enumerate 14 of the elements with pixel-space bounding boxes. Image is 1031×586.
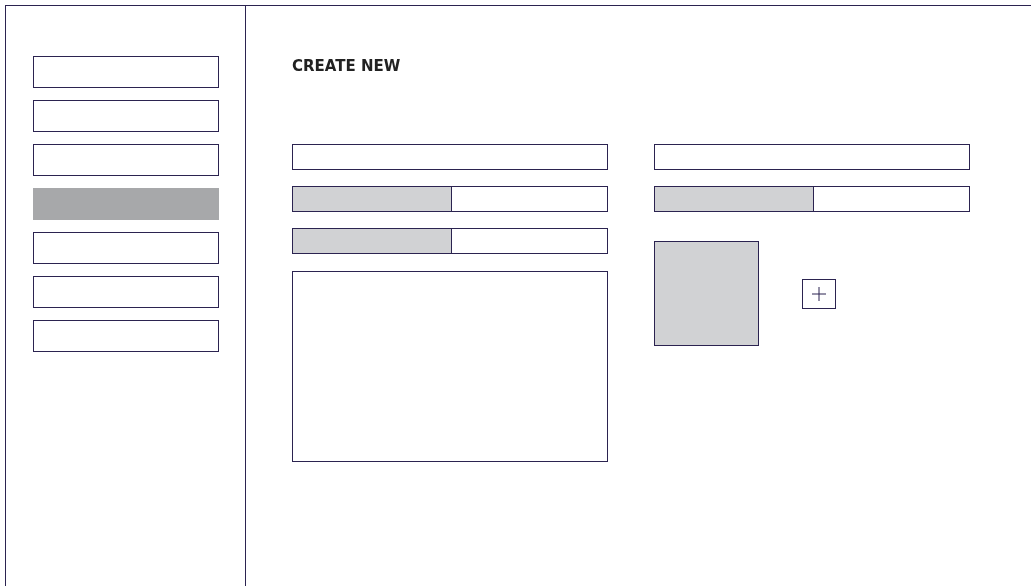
input-field[interactable] — [292, 144, 608, 170]
select-field[interactable] — [292, 228, 608, 254]
select-field[interactable] — [292, 186, 608, 212]
sidebar-item[interactable] — [33, 232, 219, 264]
select-field[interactable] — [654, 186, 970, 212]
sidebar-item[interactable] — [33, 276, 219, 308]
page-title: CREATE NEW — [292, 57, 402, 75]
sidebar-item[interactable] — [33, 320, 219, 352]
sidebar-item[interactable] — [33, 56, 219, 88]
sidebar-item[interactable] — [33, 144, 219, 176]
add-button[interactable] — [802, 278, 836, 309]
input-field[interactable] — [654, 144, 970, 170]
sidebar-item[interactable] — [33, 100, 219, 132]
plus-icon — [812, 286, 826, 301]
